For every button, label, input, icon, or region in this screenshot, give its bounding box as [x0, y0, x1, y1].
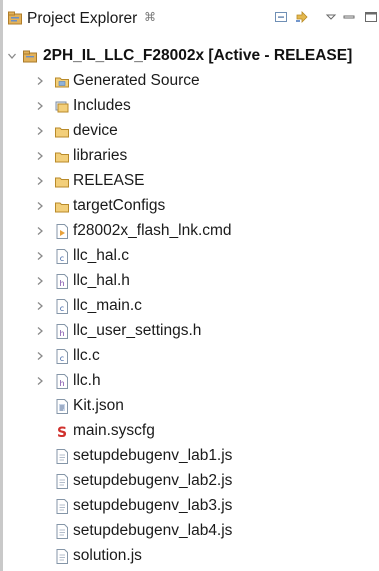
tree-item[interactable]: f28002x_flash_lnk.cmd — [3, 219, 379, 244]
json-file-icon — [56, 399, 68, 414]
chevron-right-icon[interactable] — [35, 251, 45, 261]
tree-item-label: RELEASE — [73, 172, 145, 189]
source-folder-icon — [55, 77, 69, 88]
tree-item[interactable]: libraries — [3, 144, 379, 169]
tree-item-label: main.syscfg — [73, 422, 155, 439]
tree-item[interactable]: h llc_hal.h — [3, 269, 379, 294]
project-explorer-icon — [8, 11, 22, 25]
tree-item-label: llc_hal.c — [73, 247, 129, 264]
svg-text:h: h — [59, 279, 64, 288]
tree-item-label: solution.js — [73, 547, 142, 564]
tree-item[interactable]: setupdebugenv_lab4.js — [3, 519, 379, 544]
tree-item[interactable]: Generated Source — [3, 69, 379, 94]
chevron-down-icon[interactable] — [7, 51, 17, 61]
tree-item[interactable]: Smain.syscfg — [3, 419, 379, 444]
h-file-icon: h — [56, 274, 68, 289]
svg-text:c: c — [60, 304, 64, 313]
tree-item-label: llc_hal.h — [73, 272, 130, 289]
tree-item[interactable]: targetConfigs — [3, 194, 379, 219]
svg-text:c: c — [60, 354, 64, 363]
tree-item-label: setupdebugenv_lab4.js — [73, 522, 233, 539]
chevron-right-icon[interactable] — [35, 351, 45, 361]
folder-icon — [55, 152, 69, 163]
js-file-icon — [56, 524, 68, 539]
chevron-right-icon[interactable] — [35, 326, 45, 336]
tree-item[interactable]: Includes — [3, 94, 379, 119]
c-file-icon: c — [56, 249, 68, 264]
tree-item-label: llc_main.c — [73, 297, 142, 314]
close-view-icon[interactable]: ⌘ — [144, 10, 156, 24]
tree-item-label: Kit.json — [73, 397, 124, 414]
view-title[interactable]: Project Explorer — [27, 10, 137, 28]
svg-text:h: h — [59, 379, 64, 388]
svg-text:c: c — [60, 254, 64, 263]
tree-item[interactable]: h llc_user_settings.h — [3, 319, 379, 344]
tree-item[interactable]: Kit.json — [3, 394, 379, 419]
js-file-icon — [56, 449, 68, 464]
chevron-right-icon[interactable] — [35, 101, 45, 111]
cmd-file-icon — [56, 224, 68, 239]
tree-item[interactable]: h llc.h — [3, 369, 379, 394]
chevron-right-icon[interactable] — [35, 201, 45, 211]
project-explorer-view: Project Explorer ⌘ 2PH_IL_LLC_F28002x [A… — [0, 0, 379, 571]
tree-item-label: setupdebugenv_lab1.js — [73, 447, 233, 464]
tree-item-label: setupdebugenv_lab3.js — [73, 497, 233, 514]
tree-item-label: f28002x_flash_lnk.cmd — [73, 222, 232, 239]
c-file-icon: c — [56, 349, 68, 364]
folder-icon — [55, 127, 69, 138]
js-file-icon — [56, 549, 68, 564]
syscfg-file-icon: S — [57, 425, 67, 439]
tree-item-label: llc.h — [73, 372, 101, 389]
minimize-icon[interactable] — [341, 9, 357, 25]
tree-item-label: setupdebugenv_lab2.js — [73, 472, 233, 489]
tree-item-label: llc.c — [73, 347, 100, 364]
folder-icon — [55, 177, 69, 188]
chevron-right-icon[interactable] — [35, 226, 45, 236]
link-with-editor-icon[interactable] — [294, 9, 310, 25]
chevron-right-icon[interactable] — [35, 151, 45, 161]
tree-item-label: device — [73, 122, 118, 139]
view-header: Project Explorer ⌘ — [3, 0, 379, 38]
tree-item[interactable]: c llc.c — [3, 344, 379, 369]
chevron-right-icon[interactable] — [35, 176, 45, 186]
tree-item[interactable]: RELEASE — [3, 169, 379, 194]
svg-text:h: h — [59, 329, 64, 338]
chevron-right-icon[interactable] — [35, 76, 45, 86]
c-file-icon: c — [56, 299, 68, 314]
js-file-icon — [56, 499, 68, 514]
collapse-all-icon[interactable] — [273, 9, 289, 25]
tree-item[interactable]: setupdebugenv_lab1.js — [3, 444, 379, 469]
tree-item-label: targetConfigs — [73, 197, 166, 214]
includes-icon — [55, 101, 69, 113]
tree-item[interactable]: device — [3, 119, 379, 144]
h-file-icon: h — [56, 324, 68, 339]
tree-item-label: llc_user_settings.h — [73, 322, 202, 339]
chevron-right-icon[interactable] — [35, 376, 45, 386]
tree-item[interactable]: setupdebugenv_lab3.js — [3, 494, 379, 519]
project-name-label: 2PH_IL_LLC_F28002x [Active - RELEASE] — [43, 47, 353, 64]
chevron-right-icon[interactable] — [35, 301, 45, 311]
project-folder-icon — [23, 50, 37, 63]
svg-text:S: S — [57, 425, 67, 439]
tree-item[interactable]: solution.js — [3, 544, 379, 569]
h-file-icon: h — [56, 374, 68, 389]
chevron-right-icon[interactable] — [35, 276, 45, 286]
tree-item[interactable]: c llc_main.c — [3, 294, 379, 319]
js-file-icon — [56, 474, 68, 489]
tree-item[interactable]: c llc_hal.c — [3, 244, 379, 269]
chevron-right-icon[interactable] — [35, 126, 45, 136]
tree-item-label: Generated Source — [73, 72, 200, 89]
tree-item-label: Includes — [73, 97, 131, 114]
tree-item-project[interactable]: 2PH_IL_LLC_F28002x [Active - RELEASE] — [3, 44, 379, 69]
maximize-icon[interactable] — [363, 9, 379, 25]
folder-icon — [55, 202, 69, 213]
view-menu-icon[interactable] — [323, 9, 339, 25]
tree-item[interactable]: setupdebugenv_lab2.js — [3, 469, 379, 494]
tree-item-label: libraries — [73, 147, 128, 164]
